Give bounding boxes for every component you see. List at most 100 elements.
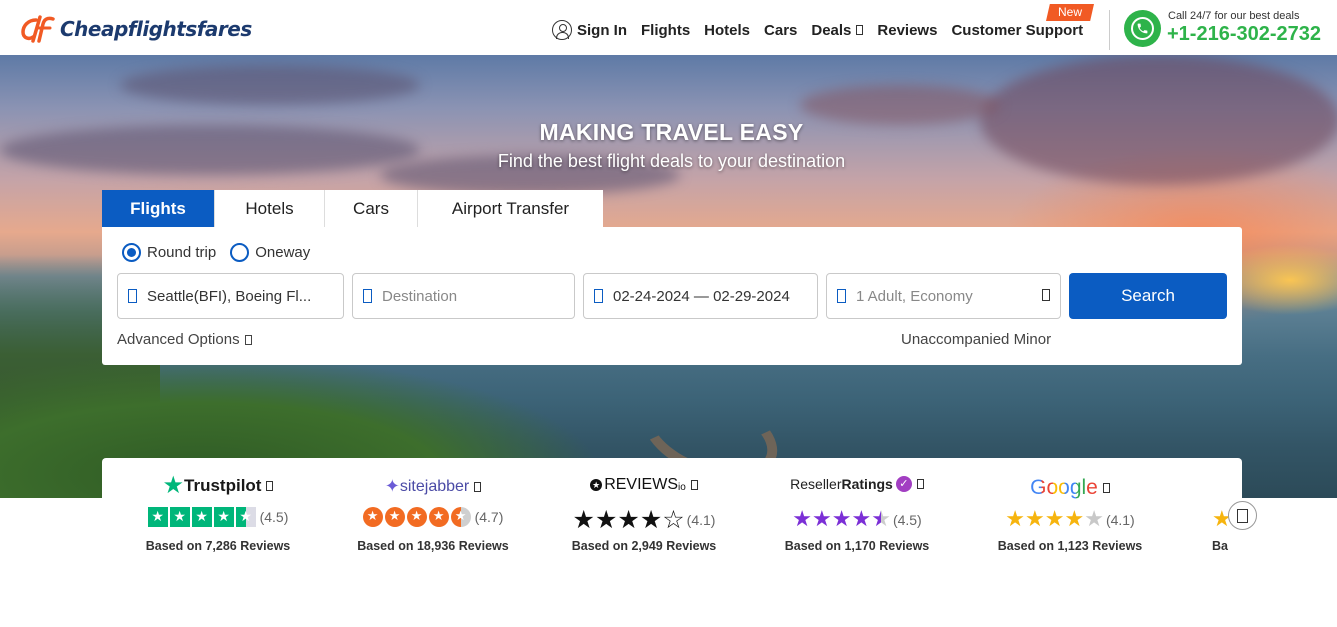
tab-flights[interactable]: Flights [102, 190, 215, 227]
plane-landing-icon [363, 289, 372, 303]
phone-number[interactable]: +1-216-302-2732 [1167, 23, 1321, 46]
main-nav: Sign In Flights Hotels Cars Deals Review… [552, 20, 1097, 40]
dates-field[interactable]: 02-24-2024 — 02-29-2024 [583, 273, 818, 319]
travelers-field[interactable]: 1 Adult, Economy [826, 273, 1061, 319]
sign-in-link[interactable]: Sign In [552, 20, 627, 40]
star-icon: ★ [639, 505, 663, 534]
google-logo: Google [970, 476, 1170, 500]
carousel-next-button[interactable] [1228, 501, 1257, 530]
sitejabber-logo: ✦ sitejabber [333, 476, 533, 497]
reviews-io-star-icon: ★ [590, 479, 603, 491]
reviews-strip: ★ Trustpilot ★ ★ ★ ★ ★ (4.5) Based on 7,… [102, 458, 1242, 568]
star-icon: ★ [384, 507, 405, 527]
hero-subtitle: Find the best flight deals to your desti… [497, 151, 846, 171]
review-count: Based on 2,949 Reviews [571, 539, 717, 553]
star-icon: ★ [1005, 507, 1025, 532]
star-icon: ★ [428, 507, 449, 527]
call-caption: Call 24/7 for our best deals [1168, 10, 1300, 22]
star-icon: ★ [1064, 507, 1085, 532]
sitejabber-star-icon: ✦ [384, 476, 400, 496]
half-star-icon: ★ [450, 507, 471, 527]
rating-score: (4.1) [686, 511, 716, 528]
reviews-io-logo: ★ REVIEWS io [544, 476, 744, 494]
search-button[interactable]: Search [1069, 273, 1227, 319]
star-icon: ★ [792, 507, 812, 532]
review-card-reviews-io[interactable]: ★ REVIEWS io ★ ★ ★ ★ ☆ (4.1) Based on 2,… [544, 458, 744, 568]
chevron-down-icon [856, 25, 864, 35]
flight-search-panel: Round trip Oneway Seattle(BFI), Boeing F… [102, 227, 1242, 365]
unaccompanied-minor-link[interactable]: Unaccompanied Minor [901, 331, 1051, 348]
star-icon: ★ [1025, 507, 1045, 532]
origin-value: Seattle(BFI), Boeing Fl... [147, 287, 312, 305]
external-link-icon [474, 481, 482, 492]
nav-customer-support[interactable]: Customer Support [951, 22, 1083, 39]
site-logo[interactable]: Cheapflightsfares [20, 14, 252, 44]
oneway-radio[interactable] [230, 243, 250, 262]
external-link-icon [266, 481, 274, 491]
review-card-google[interactable]: Google ★ ★ ★ ★ ★ (4.1) Based on 1,123 Re… [970, 458, 1170, 568]
star-icon: ★ [362, 507, 383, 527]
review-count: Based on 18,936 Reviews [357, 539, 509, 553]
origin-field[interactable]: Seattle(BFI), Boeing Fl... [117, 273, 344, 319]
user-icon [552, 20, 572, 40]
destination-placeholder: Destination [382, 287, 458, 305]
site-header: Cheapflightsfares Sign In Flights Hotels… [0, 0, 1337, 55]
nav-reviews[interactable]: Reviews [877, 22, 937, 39]
trustpilot-logo: ★ Trustpilot [118, 474, 318, 498]
calendar-icon [594, 289, 603, 303]
verified-check-icon: ✓ [895, 476, 912, 492]
review-count: Based on 1,123 Reviews [997, 539, 1143, 553]
rating-score: (4.1) [1105, 511, 1135, 528]
half-star-icon: ★ [871, 507, 891, 532]
reviews-io-stars: ★ ★ ★ ★ ☆ (4.1) [544, 507, 744, 532]
review-count: Based on 1,170 Reviews [784, 539, 930, 553]
star-icon: ★ [1044, 507, 1065, 532]
half-star-icon: ★ [235, 507, 256, 527]
nav-cars[interactable]: Cars [764, 22, 797, 39]
advanced-options-label: Advanced Options [117, 331, 240, 348]
rating-score: (4.7) [474, 509, 504, 525]
trustpilot-stars: ★ ★ ★ ★ ★ (4.5) [118, 507, 318, 527]
star-icon: ★ [191, 507, 212, 527]
review-card-resellerratings[interactable]: Reseller Ratings ✓ ★ ★ ★ ★ ★ (4.5) Based… [757, 458, 957, 568]
external-link-icon [1102, 483, 1110, 493]
nav-hotels[interactable]: Hotels [704, 22, 750, 39]
review-card-trustpilot[interactable]: ★ Trustpilot ★ ★ ★ ★ ★ (4.5) Based on 7,… [118, 458, 318, 568]
round-trip-radio[interactable] [122, 243, 141, 262]
search-tabs: Flights Hotels Cars Airport Transfer [102, 190, 603, 227]
review-card-sitejabber[interactable]: ✦ sitejabber ★ ★ ★ ★ ★ (4.7) Based on 18… [333, 458, 533, 568]
star-icon: ★ [851, 507, 872, 532]
tab-cars[interactable]: Cars [325, 190, 418, 227]
rating-score: (4.5) [259, 509, 289, 525]
new-badge: New [1046, 4, 1094, 21]
tab-airport-transfer[interactable]: Airport Transfer [418, 190, 603, 227]
star-icon: ★ [617, 505, 640, 534]
sign-in-label: Sign In [577, 21, 627, 39]
dates-value: 02-24-2024 — 02-29-2024 [613, 287, 790, 305]
round-trip-label[interactable]: Round trip [147, 244, 216, 261]
nav-deals[interactable]: Deals [811, 22, 864, 39]
trip-type-selector: Round trip Oneway [122, 243, 324, 262]
star-icon: ★ [812, 507, 832, 532]
external-link-icon [916, 479, 924, 489]
star-icon: ★ [213, 507, 234, 527]
nav-flights[interactable]: Flights [641, 22, 690, 39]
travelers-placeholder: 1 Adult, Economy [856, 287, 973, 305]
oneway-label[interactable]: Oneway [255, 244, 310, 261]
tab-hotels[interactable]: Hotels [215, 190, 325, 227]
cloud-shape [120, 65, 420, 105]
phone-icon[interactable] [1124, 10, 1161, 47]
chevron-right-icon [1237, 508, 1248, 523]
rating-score: (4.5) [892, 511, 922, 528]
user-icon [837, 289, 846, 303]
external-link-icon [690, 480, 698, 490]
destination-field[interactable]: Destination [352, 273, 575, 319]
chevron-down-icon [244, 334, 252, 345]
phone-handset-icon [1131, 17, 1154, 40]
star-icon: ★ [594, 505, 618, 534]
star-icon: ★ [406, 507, 427, 527]
advanced-options-toggle[interactable]: Advanced Options [117, 331, 252, 348]
header-divider [1109, 10, 1110, 50]
chevron-down-icon [1042, 289, 1050, 301]
sitejabber-stars: ★ ★ ★ ★ ★ (4.7) [333, 507, 533, 527]
